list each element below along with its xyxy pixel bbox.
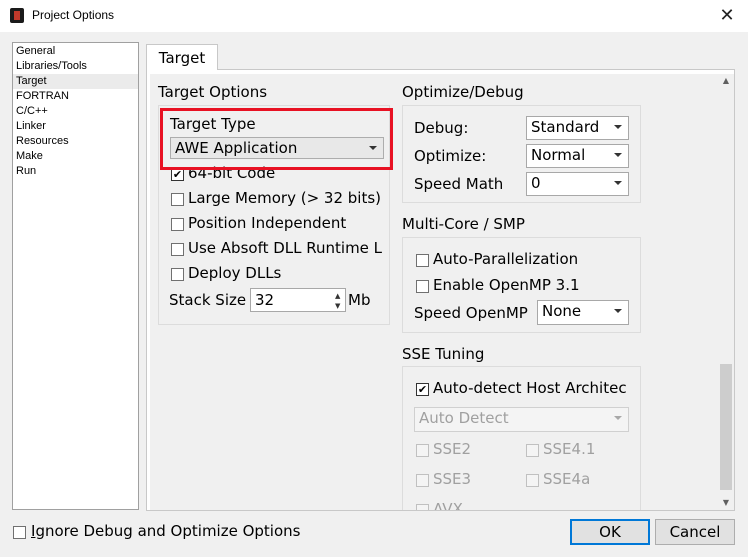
checkbox-dll-runtime[interactable]	[171, 243, 184, 256]
check-icon: ✔	[417, 383, 428, 396]
checkbox-sse41[interactable]	[526, 444, 539, 457]
label-sse2: SSE2	[433, 440, 472, 458]
checkbox-sse2[interactable]	[416, 444, 429, 457]
nav-item-resources[interactable]: Resources	[13, 134, 138, 149]
label-large-memory: Large Memory (> 32 bits)	[188, 189, 382, 207]
target-type-highlight	[160, 108, 393, 170]
label-ignore-debug-rest: gnore Debug and Optimize Options	[35, 522, 301, 540]
nav-item-c-cpp[interactable]: C/C++	[13, 104, 138, 119]
nav-item-libraries-tools[interactable]: Libraries/Tools	[13, 59, 138, 74]
speed-math-value: 0	[531, 174, 541, 192]
label-sse41: SSE4.1	[543, 440, 596, 458]
label-position-independent: Position Independent	[188, 214, 347, 232]
spin-down-icon[interactable]: ▼	[335, 302, 340, 310]
checkbox-avx[interactable]	[416, 504, 429, 510]
speed-math-label: Speed Math	[414, 175, 504, 193]
debug-value: Standard	[531, 118, 600, 136]
nav-item-linker[interactable]: Linker	[13, 119, 138, 134]
checkbox-deploy-dlls[interactable]	[171, 268, 184, 281]
label-sse3: SSE3	[433, 470, 472, 488]
nav-item-target[interactable]: Target	[13, 74, 138, 89]
close-button[interactable]: ✕	[712, 2, 742, 30]
stack-size-label: Stack Size	[169, 291, 247, 309]
label-auto-detect-host: Auto-detect Host Architec	[433, 379, 627, 397]
label-enable-openmp: Enable OpenMP 3.1	[433, 276, 580, 294]
label-dll-runtime: Use Absoft DLL Runtime L	[188, 239, 383, 257]
chevron-down-icon	[614, 125, 622, 129]
checkbox-auto-parallelization[interactable]	[416, 254, 429, 267]
checkbox-position-independent[interactable]	[171, 218, 184, 231]
speed-openmp-label: Speed OpenMP	[414, 304, 528, 322]
chevron-down-icon	[614, 309, 622, 313]
checkbox-sse4a[interactable]	[526, 474, 539, 487]
checkbox-ignore-debug[interactable]	[13, 526, 26, 539]
speed-openmp-value: None	[542, 302, 582, 320]
optimize-debug-heading: Optimize/Debug	[402, 83, 524, 101]
label-avx: AVX	[433, 500, 463, 510]
chevron-down-icon	[614, 153, 622, 157]
target-options-heading: Target Options	[158, 83, 268, 101]
title-bar: Project Options ✕	[0, 0, 748, 32]
vertical-scrollbar[interactable]: ▲ ▼	[718, 74, 734, 510]
scroll-down-icon[interactable]: ▼	[718, 496, 734, 510]
category-list[interactable]: General Libraries/Tools Target FORTRAN C…	[12, 42, 139, 510]
spin-up-icon[interactable]: ▲	[335, 292, 340, 300]
label-auto-parallelization: Auto-Parallelization	[433, 250, 579, 268]
checkbox-large-memory[interactable]	[171, 193, 184, 206]
checkbox-auto-detect-host[interactable]: ✔	[416, 383, 429, 396]
cancel-button[interactable]: Cancel	[655, 519, 735, 545]
nav-item-general[interactable]: General	[13, 44, 138, 59]
scroll-up-icon[interactable]: ▲	[718, 74, 734, 88]
debug-label: Debug:	[414, 119, 469, 137]
nav-item-make[interactable]: Make	[13, 149, 138, 164]
arch-value: Auto Detect	[419, 409, 509, 427]
speed-openmp-dropdown[interactable]: None	[537, 300, 629, 325]
arch-dropdown[interactable]: Auto Detect	[414, 407, 629, 432]
ok-button[interactable]: OK	[570, 519, 650, 545]
stack-size-unit: Mb	[348, 291, 371, 309]
label-deploy-dlls: Deploy DLLs	[188, 264, 282, 282]
app-icon	[10, 8, 24, 23]
nav-item-fortran[interactable]: FORTRAN	[13, 89, 138, 104]
chevron-down-icon	[614, 181, 622, 185]
speed-math-dropdown[interactable]: 0	[526, 172, 629, 196]
optimize-dropdown[interactable]: Normal	[526, 144, 629, 168]
nav-item-run[interactable]: Run	[13, 164, 138, 179]
debug-dropdown[interactable]: Standard	[526, 116, 629, 140]
label-ignore-debug: Ignore Debug and Optimize Options	[31, 522, 300, 540]
checkbox-sse3[interactable]	[416, 474, 429, 487]
tab-target[interactable]: Target	[146, 44, 218, 70]
chevron-down-icon	[614, 416, 622, 420]
multicore-heading: Multi-Core / SMP	[402, 215, 525, 233]
optimize-value: Normal	[531, 146, 586, 164]
label-sse4a: SSE4a	[543, 470, 591, 488]
stack-size-value: 32	[255, 291, 275, 309]
checkbox-enable-openmp[interactable]	[416, 280, 429, 293]
sse-heading: SSE Tuning	[402, 345, 485, 363]
optimize-label: Optimize:	[414, 147, 487, 165]
scroll-thumb[interactable]	[720, 364, 732, 490]
stack-size-spinner[interactable]: 32 ▲ ▼	[250, 288, 346, 312]
window-title: Project Options	[32, 8, 115, 22]
